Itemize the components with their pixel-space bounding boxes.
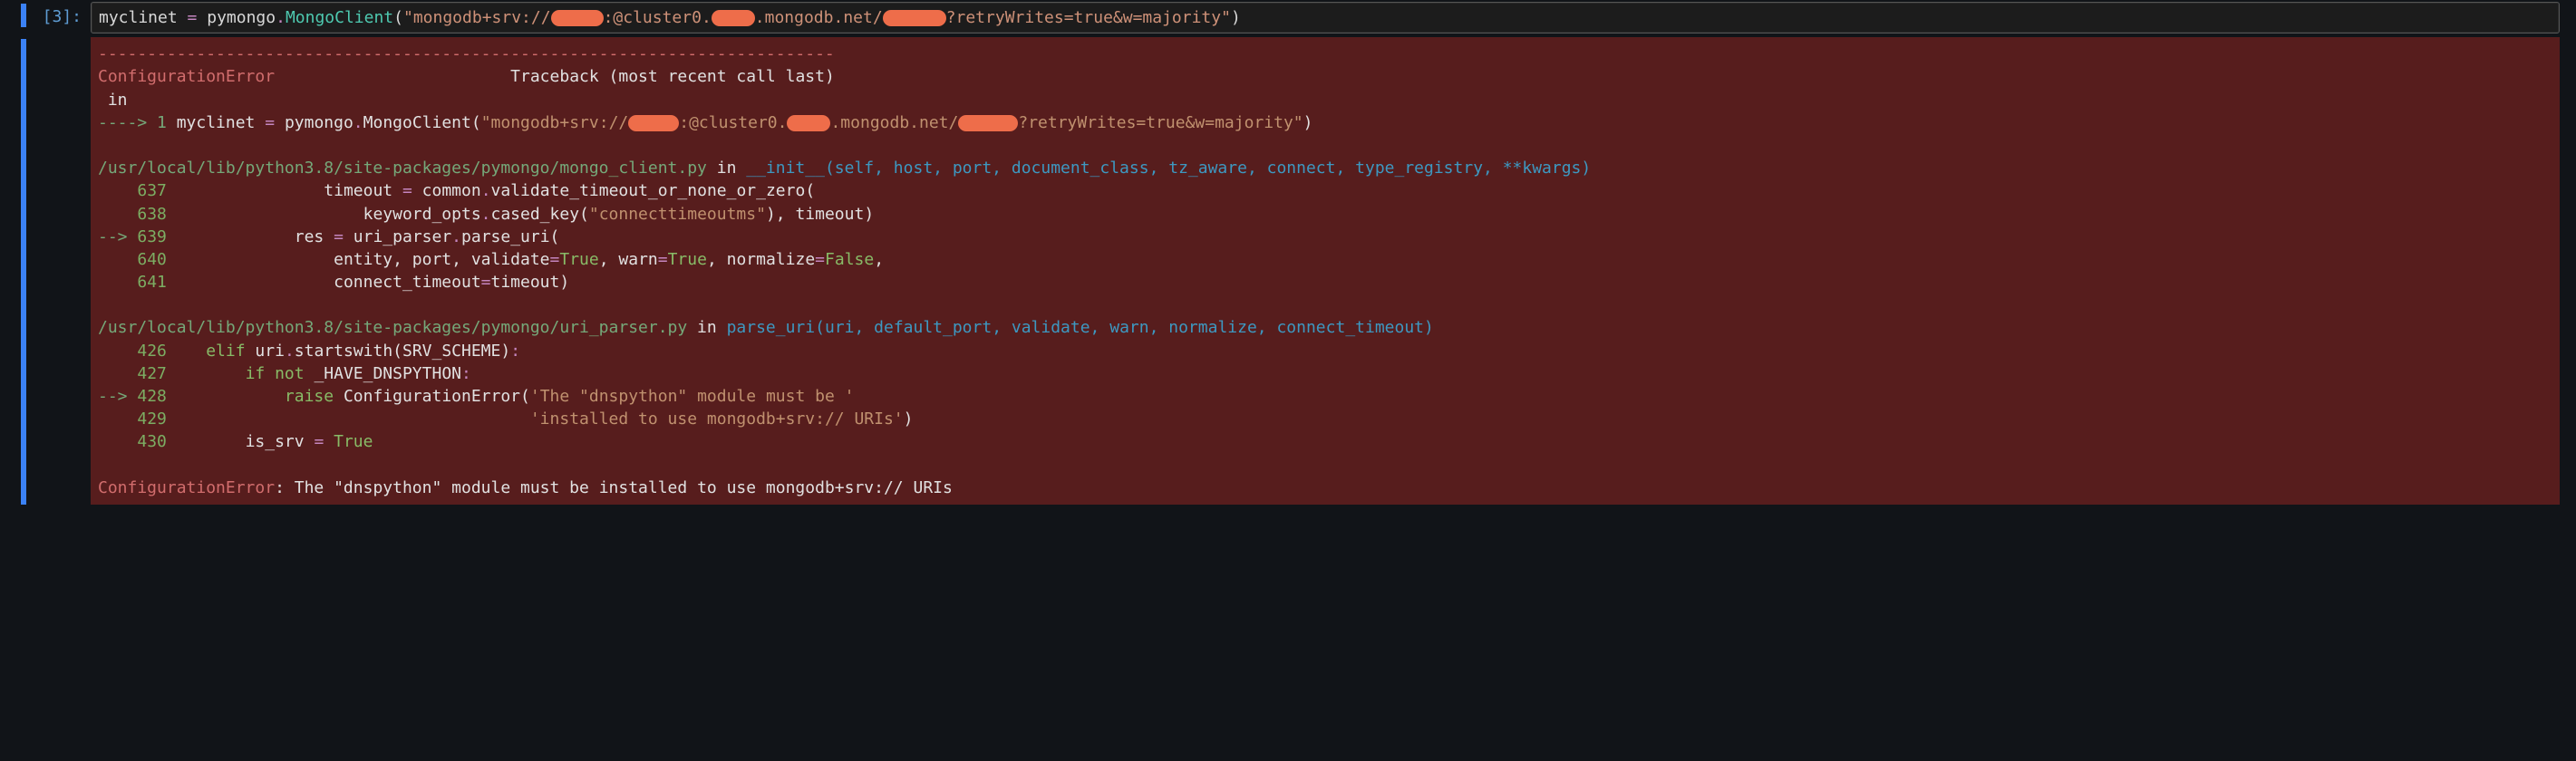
traceback-output[interactable]: ----------------------------------------… (91, 37, 2560, 505)
frame-signature: (self, host, port, document_class, tz_aw… (825, 159, 1591, 178)
execution-indicator-icon (21, 39, 26, 505)
final-error-name: ConfigurationError (98, 478, 275, 497)
line-number: 428 (137, 387, 167, 406)
redacted-icon (712, 10, 755, 26)
prompt-label: [3]: (43, 7, 82, 26)
error-name: ConfigurationError (98, 67, 275, 86)
traceback-divider: ----------------------------------------… (98, 44, 835, 63)
line-number: 427 (137, 364, 167, 383)
output-prompt (0, 37, 91, 506)
line-number: 430 (137, 432, 167, 451)
redacted-icon (883, 10, 946, 26)
execution-indicator-icon (21, 4, 26, 27)
output-cell-row: ----------------------------------------… (0, 37, 2576, 506)
final-error-message: : The "dnspython" module must be install… (275, 478, 953, 497)
redacted-icon (787, 115, 830, 131)
line-number: 429 (137, 409, 167, 429)
line-number: 640 (137, 250, 167, 269)
line-number: 426 (137, 342, 167, 361)
input-prompt: [3]: (0, 0, 91, 28)
redacted-icon (958, 115, 1018, 131)
line-number: 638 (137, 205, 167, 224)
frame-path: /usr/local/lib/python3.8/site-packages/p… (98, 318, 687, 337)
redacted-icon (628, 115, 679, 131)
input-cell-row: [3]: myclinet = pymongo.MongoClient("mon… (0, 0, 2576, 37)
redacted-icon (551, 10, 604, 26)
frame-func: __init__ (746, 159, 825, 178)
code-input[interactable]: myclinet = pymongo.MongoClient("mongodb+… (91, 2, 2560, 34)
line-number: 639 (137, 227, 167, 246)
frame-signature: (uri, default_port, validate, warn, norm… (815, 318, 1434, 337)
frame-path: /usr/local/lib/python3.8/site-packages/p… (98, 159, 707, 178)
frame-func: parse_uri (727, 318, 816, 337)
line-number: 637 (137, 181, 167, 200)
line-number: 641 (137, 273, 167, 292)
traceback-header: Traceback (most recent call last) (510, 67, 835, 86)
frame-arrow: ----> 1 (98, 113, 177, 132)
